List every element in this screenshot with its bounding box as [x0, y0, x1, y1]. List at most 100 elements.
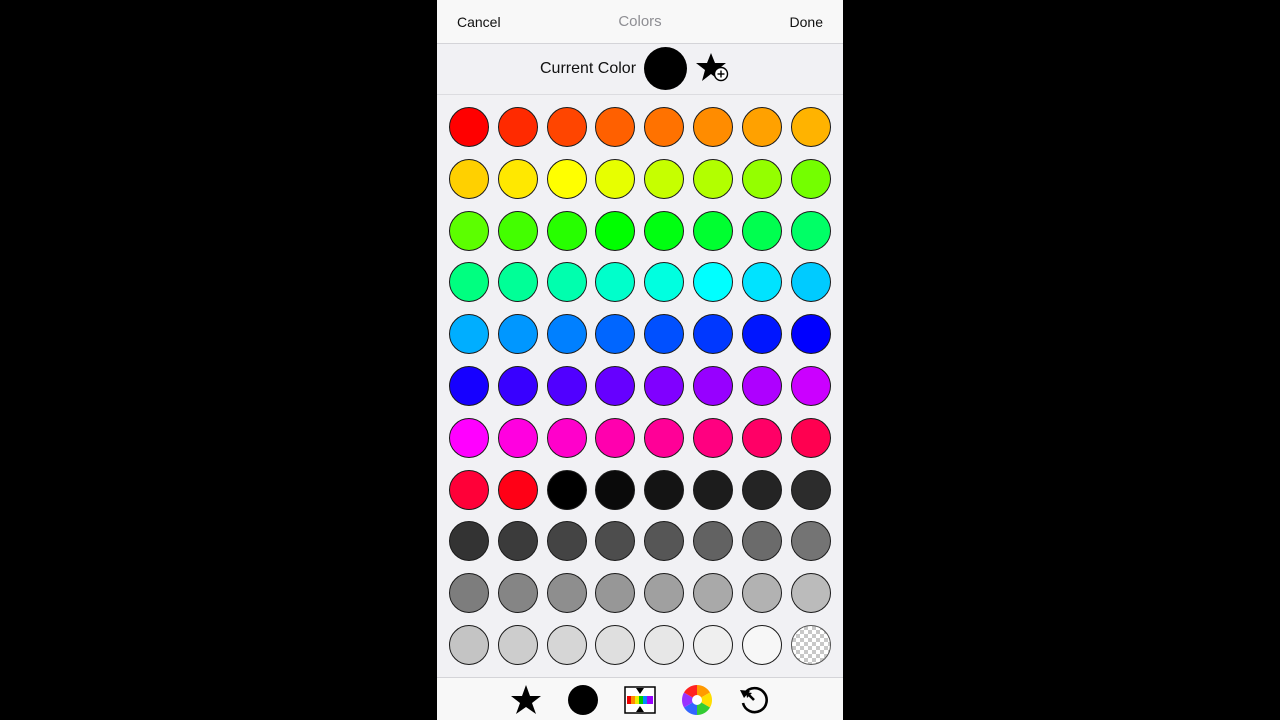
- bottom-toolbar: [437, 677, 843, 720]
- color-swatch[interactable]: [693, 417, 733, 458]
- color-swatch[interactable]: [741, 107, 782, 147]
- color-swatch[interactable]: [497, 521, 538, 562]
- color-swatch[interactable]: [790, 521, 831, 562]
- swatch-transparent[interactable]: [790, 625, 831, 665]
- color-swatch[interactable]: [449, 366, 489, 406]
- color-wheel-tab[interactable]: [680, 683, 714, 717]
- history-arrow-icon: [740, 686, 768, 714]
- color-swatch[interactable]: [741, 314, 782, 355]
- color-swatch[interactable]: [497, 210, 538, 251]
- color-swatch[interactable]: [595, 314, 636, 355]
- color-swatch[interactable]: [693, 107, 733, 147]
- color-swatch[interactable]: [741, 573, 782, 614]
- color-swatch[interactable]: [644, 625, 685, 665]
- color-swatch[interactable]: [644, 366, 685, 406]
- color-swatch[interactable]: [741, 469, 782, 510]
- color-swatch[interactable]: [693, 469, 733, 510]
- color-swatch[interactable]: [449, 521, 489, 562]
- color-swatch[interactable]: [644, 210, 685, 251]
- color-swatch[interactable]: [693, 625, 733, 665]
- color-swatch[interactable]: [449, 469, 489, 510]
- color-swatch[interactable]: [546, 158, 587, 199]
- color-swatch[interactable]: [546, 262, 587, 303]
- color-swatch[interactable]: [790, 417, 831, 458]
- palette-tab[interactable]: [623, 683, 657, 717]
- color-swatch[interactable]: [644, 521, 685, 562]
- color-swatch[interactable]: [595, 366, 636, 406]
- color-swatch[interactable]: [595, 107, 636, 147]
- color-swatch[interactable]: [741, 625, 782, 665]
- color-swatch[interactable]: [693, 262, 733, 303]
- history-tab[interactable]: [737, 683, 771, 717]
- color-swatch[interactable]: [497, 107, 538, 147]
- color-swatch[interactable]: [497, 417, 538, 458]
- color-swatch[interactable]: [741, 521, 782, 562]
- color-swatch[interactable]: [790, 314, 831, 355]
- color-swatch[interactable]: [644, 573, 685, 614]
- color-swatch[interactable]: [644, 417, 685, 458]
- current-color-dot: [568, 685, 598, 715]
- color-swatch[interactable]: [644, 158, 685, 199]
- filled-circle-icon: [568, 685, 598, 715]
- color-swatch[interactable]: [790, 158, 831, 199]
- color-swatch[interactable]: [546, 366, 587, 406]
- color-swatch[interactable]: [595, 469, 636, 510]
- color-swatch[interactable]: [595, 417, 636, 458]
- color-swatch[interactable]: [741, 158, 782, 199]
- color-swatch[interactable]: [693, 573, 733, 614]
- color-swatch[interactable]: [790, 469, 831, 510]
- color-swatch[interactable]: [790, 107, 831, 147]
- color-swatch[interactable]: [449, 262, 489, 303]
- favorites-tab[interactable]: [509, 683, 543, 717]
- color-swatch[interactable]: [741, 366, 782, 406]
- color-swatch[interactable]: [595, 210, 636, 251]
- color-swatch[interactable]: [693, 158, 733, 199]
- color-swatch[interactable]: [497, 573, 538, 614]
- color-swatch[interactable]: [790, 210, 831, 251]
- color-swatch[interactable]: [790, 573, 831, 614]
- color-swatch[interactable]: [790, 262, 831, 303]
- color-swatch[interactable]: [449, 573, 489, 614]
- current-color-tab[interactable]: [566, 683, 600, 717]
- color-swatch[interactable]: [693, 314, 733, 355]
- color-swatch[interactable]: [449, 210, 489, 251]
- color-swatch[interactable]: [546, 469, 587, 510]
- color-swatch[interactable]: [644, 469, 685, 510]
- color-swatch[interactable]: [595, 573, 636, 614]
- color-swatch[interactable]: [546, 521, 587, 562]
- color-swatch[interactable]: [644, 314, 685, 355]
- color-swatch[interactable]: [595, 158, 636, 199]
- color-swatch[interactable]: [741, 417, 782, 458]
- color-swatch[interactable]: [449, 158, 489, 199]
- color-swatch[interactable]: [497, 625, 538, 665]
- color-swatch[interactable]: [595, 625, 636, 665]
- color-swatch[interactable]: [741, 210, 782, 251]
- color-swatch[interactable]: [644, 107, 685, 147]
- color-swatch[interactable]: [595, 262, 636, 303]
- color-swatch[interactable]: [546, 417, 587, 458]
- color-swatch[interactable]: [497, 262, 538, 303]
- color-swatch[interactable]: [546, 107, 587, 147]
- color-swatch[interactable]: [449, 417, 489, 458]
- color-swatch[interactable]: [449, 314, 489, 355]
- color-picker-screen: Cancel Colors Done Current Color: [437, 0, 843, 720]
- color-swatch[interactable]: [546, 210, 587, 251]
- color-swatch[interactable]: [497, 469, 538, 510]
- color-swatch[interactable]: [693, 210, 733, 251]
- color-swatch[interactable]: [449, 625, 489, 665]
- star-icon: [511, 685, 541, 714]
- color-swatch[interactable]: [790, 366, 831, 406]
- color-swatch[interactable]: [497, 366, 538, 406]
- color-swatch[interactable]: [546, 314, 587, 355]
- color-swatch[interactable]: [693, 521, 733, 562]
- color-swatch[interactable]: [595, 521, 636, 562]
- color-swatch[interactable]: [449, 107, 489, 147]
- color-swatch[interactable]: [497, 314, 538, 355]
- color-swatch[interactable]: [644, 262, 685, 303]
- color-swatch[interactable]: [546, 573, 587, 614]
- color-swatch[interactable]: [546, 625, 587, 665]
- color-swatch[interactable]: [693, 366, 733, 406]
- color-swatch-grid: [437, 0, 843, 680]
- color-swatch[interactable]: [497, 158, 538, 199]
- color-swatch[interactable]: [741, 262, 782, 303]
